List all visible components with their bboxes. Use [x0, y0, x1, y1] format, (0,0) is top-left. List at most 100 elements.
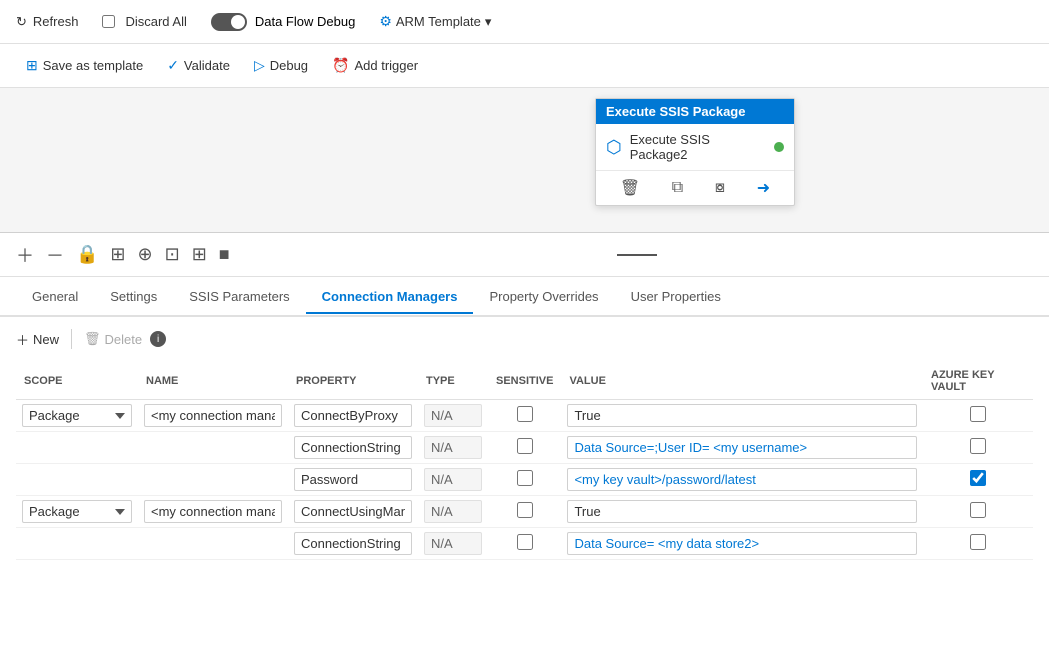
property-input[interactable] — [294, 436, 412, 459]
validate-icon: ✓ — [167, 57, 179, 74]
azure-key-vault-checkbox[interactable] — [970, 438, 986, 454]
tab-settings[interactable]: Settings — [94, 281, 173, 314]
col-name-header: NAME — [138, 363, 288, 400]
validate-label: Validate — [184, 58, 230, 73]
info-icon[interactable]: i — [150, 331, 166, 347]
add-trigger-label: Add trigger — [354, 58, 418, 73]
remove-button[interactable]: － — [46, 242, 64, 268]
search-button[interactable]: ⊕ — [138, 244, 153, 265]
sensitive-checkbox[interactable] — [517, 406, 533, 422]
add-trigger-button[interactable]: ⏰ Add trigger — [322, 53, 428, 78]
action-bar: ＋ New 🗑 Delete i — [16, 329, 1033, 349]
arm-chevron-icon: ▾ — [485, 14, 492, 30]
action-bar-separator — [71, 329, 72, 349]
azure-key-vault-checkbox[interactable] — [970, 534, 986, 550]
property-input[interactable] — [294, 532, 412, 555]
value-input[interactable] — [567, 404, 917, 427]
refresh-label: Refresh — [33, 14, 79, 29]
col-scope-header: SCOPE — [16, 363, 138, 400]
delete-button[interactable]: 🗑 Delete — [84, 331, 142, 347]
type-input — [424, 468, 482, 491]
debug-label: Debug — [270, 58, 308, 73]
node-status-indicator — [774, 142, 784, 152]
col-sensitive-header: SENSITIVE — [488, 363, 561, 400]
property-input[interactable] — [294, 500, 412, 523]
name-input[interactable] — [144, 500, 282, 523]
col-value-header: VALUE — [561, 363, 923, 400]
refresh-icon: ↻ — [16, 14, 27, 30]
save-as-template-button[interactable]: ⊞ Save as template — [16, 53, 153, 78]
scope-select[interactable]: Package — [22, 500, 132, 523]
table-row — [16, 464, 1033, 496]
new-button[interactable]: ＋ New — [16, 330, 59, 349]
select-button[interactable]: ⊡ — [165, 244, 180, 265]
table-row: Package — [16, 496, 1033, 528]
sensitive-checkbox[interactable] — [517, 470, 533, 486]
table-row — [16, 432, 1033, 464]
top-toolbar: ↻ Refresh Discard All Data Flow Debug ⚙ … — [0, 0, 1049, 44]
dataflow-debug-label: Data Flow Debug — [255, 14, 355, 29]
value-input[interactable] — [567, 500, 917, 523]
node-header: Execute SSIS Package — [596, 99, 794, 124]
node-body: ⬡ Execute SSIS Package2 — [596, 124, 794, 171]
ssis-package-node[interactable]: Execute SSIS Package ⬡ Execute SSIS Pack… — [595, 98, 795, 206]
divider — [617, 254, 657, 256]
col-type-header: TYPE — [418, 363, 488, 400]
qr-button[interactable]: ⊞ — [110, 244, 125, 265]
property-input[interactable] — [294, 468, 412, 491]
tab-ssis-parameters[interactable]: SSIS Parameters — [173, 281, 305, 314]
save-as-template-label: Save as template — [43, 58, 143, 73]
node-copy-action[interactable]: ⧉ — [668, 177, 687, 199]
type-input — [424, 436, 482, 459]
grid-button[interactable]: ⊞ — [192, 244, 207, 265]
tab-user-properties[interactable]: User Properties — [615, 281, 737, 314]
type-input — [424, 532, 482, 555]
debug-button[interactable]: ▷ Debug — [244, 53, 318, 78]
node-actions: 🗑 ⧉ ⧇ ➜ — [596, 171, 794, 205]
validate-button[interactable]: ✓ Validate — [157, 53, 240, 78]
sensitive-checkbox[interactable] — [517, 502, 533, 518]
azure-key-vault-checkbox[interactable] — [970, 502, 986, 518]
table-row — [16, 528, 1033, 560]
lock-button[interactable]: 🔒 — [76, 244, 98, 265]
canvas-area[interactable]: Execute SSIS Package ⬡ Execute SSIS Pack… — [0, 88, 1049, 233]
diagram-toolbar: ＋ － 🔒 ⊞ ⊕ ⊡ ⊞ ■ — [0, 233, 1049, 277]
col-kv-header: AZURE KEY VAULT — [923, 363, 1033, 400]
property-input[interactable] — [294, 404, 412, 427]
type-input — [424, 404, 482, 427]
new-plus-icon: ＋ — [16, 330, 29, 349]
azure-key-vault-checkbox[interactable] — [970, 406, 986, 422]
arm-template-label: ARM Template — [396, 14, 481, 29]
node-delete-action[interactable]: 🗑 — [616, 176, 644, 200]
tab-connection-managers[interactable]: Connection Managers — [306, 281, 474, 314]
delete-trash-icon: 🗑 — [84, 331, 101, 347]
name-input[interactable] — [144, 404, 282, 427]
discard-all-checkbox[interactable] — [102, 15, 115, 28]
save-template-icon: ⊞ — [26, 57, 38, 74]
sensitive-checkbox[interactable] — [517, 438, 533, 454]
value-input[interactable] — [567, 532, 917, 555]
secondary-toolbar: ⊞ Save as template ✓ Validate ▷ Debug ⏰ … — [0, 44, 1049, 88]
add-button[interactable]: ＋ — [16, 242, 34, 268]
arm-template-button[interactable]: ⚙ ARM Template ▾ — [379, 13, 491, 30]
arm-icon: ⚙ — [379, 13, 392, 30]
tab-general[interactable]: General — [16, 281, 94, 314]
type-input — [424, 500, 482, 523]
dataflow-debug-group: Data Flow Debug — [211, 13, 355, 31]
node-clone-action[interactable]: ⧇ — [711, 177, 729, 199]
azure-key-vault-checkbox[interactable] — [970, 470, 986, 486]
table-row: Package — [16, 400, 1033, 432]
node-arrow-action[interactable]: ➜ — [753, 176, 774, 200]
value-input[interactable] — [567, 468, 917, 491]
refresh-button[interactable]: ↻ Refresh — [16, 14, 78, 30]
tabs-bar: GeneralSettingsSSIS ParametersConnection… — [0, 277, 1049, 317]
scope-select[interactable]: Package — [22, 404, 132, 427]
more-button[interactable]: ■ — [219, 244, 230, 265]
tab-property-overrides[interactable]: Property Overrides — [473, 281, 614, 314]
discard-all-group: Discard All — [102, 14, 186, 29]
table-header-row: SCOPE NAME PROPERTY TYPE SENSITIVE VALUE… — [16, 363, 1033, 400]
sensitive-checkbox[interactable] — [517, 534, 533, 550]
value-input[interactable] — [567, 436, 917, 459]
content-area: ＋ New 🗑 Delete i SCOPE NAME PROPERTY TYP… — [0, 317, 1049, 572]
dataflow-debug-toggle[interactable] — [211, 13, 247, 31]
